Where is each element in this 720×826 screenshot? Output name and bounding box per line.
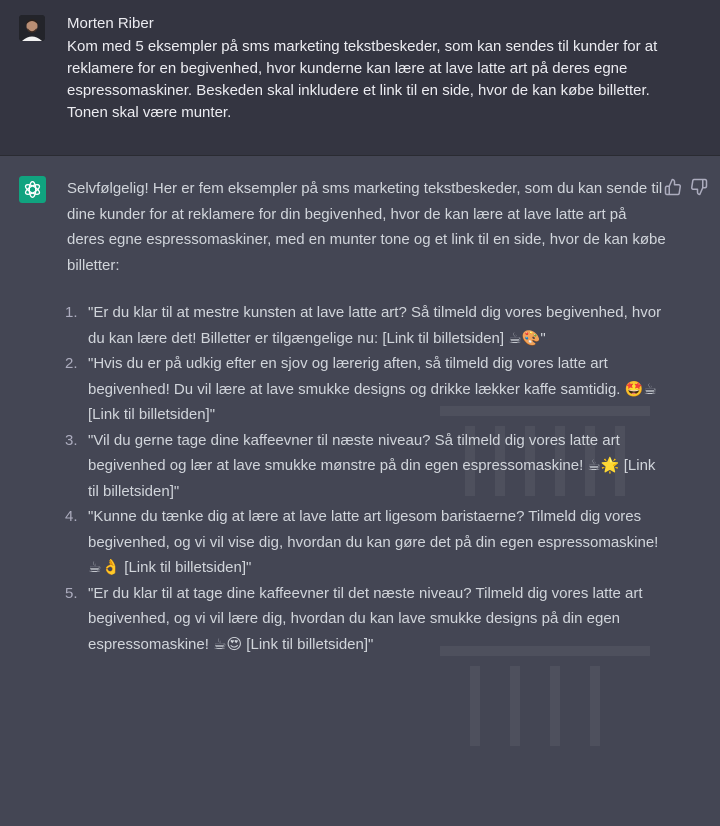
list-item: 3. "Vil du gerne tage dine kaffeevner ti… bbox=[65, 428, 667, 505]
list-item-number: 1. bbox=[65, 304, 78, 321]
assistant-message-block: Selvfølgelig! Her er fem eksempler på sm… bbox=[0, 156, 720, 746]
user-name: Morten Riber bbox=[67, 15, 154, 32]
list-item: 2. "Hvis du er på udkig efter en sjov og… bbox=[65, 351, 667, 428]
list-item-number: 2. bbox=[65, 355, 78, 372]
list-item-text: "Kunne du tænke dig at lære at lave latt… bbox=[88, 508, 659, 576]
list-item-text: "Er du klar til at tage dine kaffeevner … bbox=[88, 584, 643, 653]
assistant-intro-text: Selvfølgelig! Her er fem eksempler på sm… bbox=[67, 180, 666, 274]
user-avatar bbox=[19, 15, 45, 41]
list-item-text: "Hvis du er på udkig efter en sjov og læ… bbox=[88, 355, 657, 423]
user-prompt-text: Kom med 5 eksempler på sms marketing tek… bbox=[67, 38, 658, 121]
list-item: 4. "Kunne du tænke dig at lære at lave l… bbox=[65, 504, 667, 581]
list-item-number: 4. bbox=[65, 508, 78, 525]
list-item-text: "Vil du gerne tage dine kaffeevner til n… bbox=[88, 431, 656, 500]
assistant-response: Selvfølgelig! Her er fem eksempler på sm… bbox=[65, 176, 667, 658]
list-item-number: 3. bbox=[65, 431, 78, 449]
sms-examples-list: 1. "Er du klar til at mestre kunsten at … bbox=[65, 300, 667, 658]
list-item: 1. "Er du klar til at mestre kunsten at … bbox=[65, 300, 667, 351]
list-item-number: 5. bbox=[65, 584, 78, 602]
user-message-block: Morten Riber Kom med 5 eksempler på sms … bbox=[0, 0, 720, 156]
thumbs-down-icon[interactable] bbox=[690, 178, 708, 196]
list-item-text: "Er du klar til at mestre kunsten at lav… bbox=[88, 304, 662, 347]
list-item: 5. "Er du klar til at tage dine kaffeevn… bbox=[65, 581, 667, 658]
openai-logo-icon bbox=[19, 176, 46, 203]
